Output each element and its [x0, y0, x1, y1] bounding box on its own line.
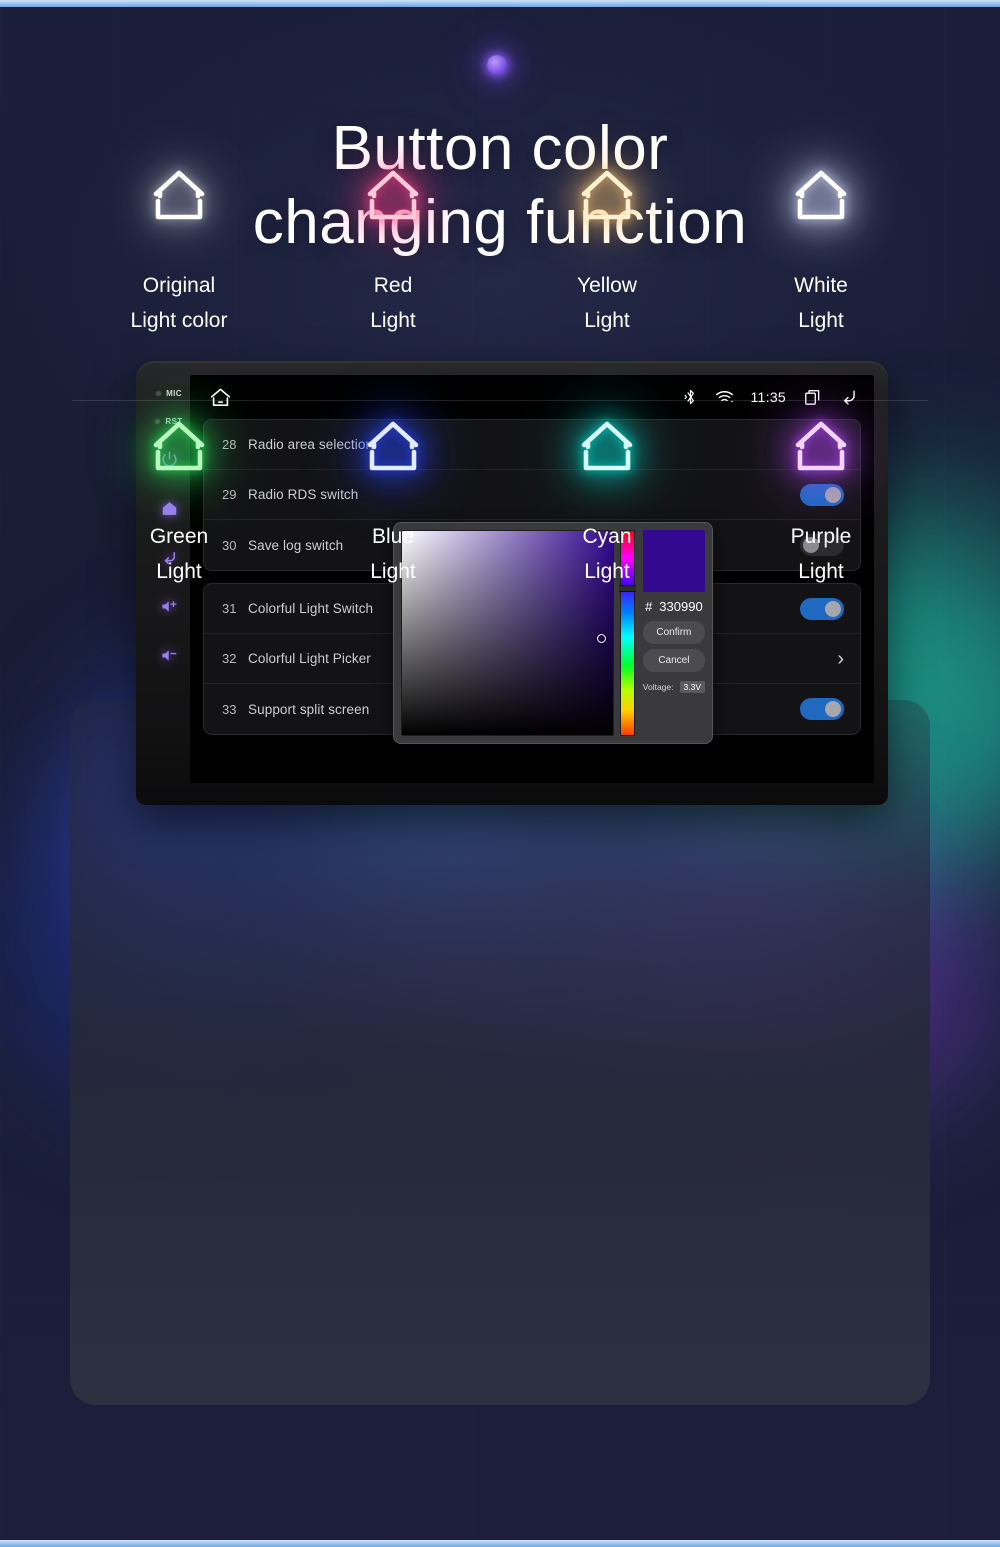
house-icon: [571, 150, 643, 246]
toggle-knob: [825, 600, 841, 617]
light-color-label-line1: Yellow: [577, 274, 637, 297]
page-root: Button color changing function MIC RST 1…: [0, 0, 1000, 1547]
voltage-label: Voltage:: [642, 682, 674, 692]
glow-dot-indicator: [487, 55, 507, 75]
house-icon: [357, 150, 429, 246]
purple-light: Purple Light: [714, 401, 928, 589]
cyan-light: Cyan Light: [500, 401, 714, 589]
hex-value: 330990: [659, 599, 703, 614]
toggle-switch[interactable]: [800, 597, 844, 620]
light-color-label: Red Light: [370, 268, 416, 338]
house-icon: [357, 401, 429, 497]
sv-cursor-handle[interactable]: [596, 634, 606, 643]
voltage-value: 3.3V: [679, 681, 705, 693]
house-icon: [571, 401, 643, 497]
top-edge-strip: [0, 0, 1000, 7]
light-color-label-line1: Green: [149, 525, 209, 548]
white-light: White Light: [714, 150, 928, 338]
chevron-right-icon[interactable]: ›: [837, 649, 844, 669]
row-label: Colorful Light Switch: [248, 601, 374, 616]
light-color-label-line2: Light: [156, 560, 202, 583]
voltage-row: Voltage: 3.3V: [643, 681, 705, 693]
light-color-label-line2: Light: [798, 560, 844, 583]
light-color-label: Cyan Light: [582, 519, 631, 589]
house-icon: [143, 401, 215, 497]
house-icon: [143, 150, 215, 246]
light-color-label-line1: Purple: [790, 525, 852, 548]
bottom-edge-strip: [0, 1540, 1000, 1547]
blue-light: Blue Light: [286, 401, 500, 589]
light-color-label: Original Light color: [131, 268, 228, 338]
row-label: Support split screen: [248, 701, 370, 717]
original-light: Original Light color: [72, 150, 286, 338]
light-color-label-line2: Light: [370, 560, 416, 583]
confirm-button[interactable]: Confirm: [642, 621, 705, 644]
green-light: Green Light: [72, 401, 286, 589]
toggle-switch[interactable]: [800, 698, 844, 720]
volume-up-icon: [160, 597, 179, 616]
house-icon: [785, 401, 857, 497]
house-icon: [785, 150, 857, 246]
volume-down-button[interactable]: [150, 631, 188, 680]
volume-down-icon: [160, 646, 179, 665]
light-color-label: Purple Light: [791, 519, 852, 589]
light-color-row-1: Original Light color Red Light Yellow Light Wh…: [0, 150, 1000, 338]
light-color-label-line1: Blue: [371, 525, 414, 548]
light-color-label: White Light: [794, 268, 848, 338]
row-number: 31: [222, 601, 237, 616]
light-color-label-line1: Red: [373, 274, 413, 297]
yellow-light: Yellow Light: [500, 150, 714, 338]
volume-up-button[interactable]: [150, 582, 188, 631]
row-control[interactable]: [800, 698, 844, 720]
light-color-grid: Original Light color Red Light Yellow Light Wh…: [0, 150, 1000, 589]
light-color-label-line1: Original: [142, 274, 216, 297]
row-label: Colorful Light Picker: [248, 651, 371, 666]
cancel-button[interactable]: Cancel: [642, 649, 705, 672]
row-control[interactable]: ›: [837, 649, 844, 669]
light-color-row-2: Green Light Blue Light Cyan Light Purple Light: [0, 401, 1000, 589]
hex-value-row: # 330990: [645, 595, 703, 616]
light-color-card: [70, 700, 930, 1405]
row-number: 32: [222, 651, 237, 666]
light-color-label: Blue Light: [370, 519, 416, 589]
light-color-label-line1: Cyan: [582, 525, 632, 548]
light-color-label-line2: Light color: [130, 309, 228, 332]
row-number: 33: [222, 701, 237, 717]
red-light: Red Light: [286, 150, 500, 338]
hex-hash-symbol: #: [645, 599, 653, 614]
row-control[interactable]: [800, 597, 844, 620]
light-color-label-line1: White: [794, 274, 848, 297]
light-color-label-line2: Light: [584, 309, 630, 332]
light-color-label-line2: Light: [798, 309, 844, 332]
toggle-knob: [825, 701, 841, 717]
light-color-label-line2: Light: [584, 560, 630, 583]
light-color-label: Yellow Light: [577, 268, 637, 338]
light-color-label: Green Light: [150, 519, 208, 589]
light-color-label-line2: Light: [370, 309, 416, 332]
